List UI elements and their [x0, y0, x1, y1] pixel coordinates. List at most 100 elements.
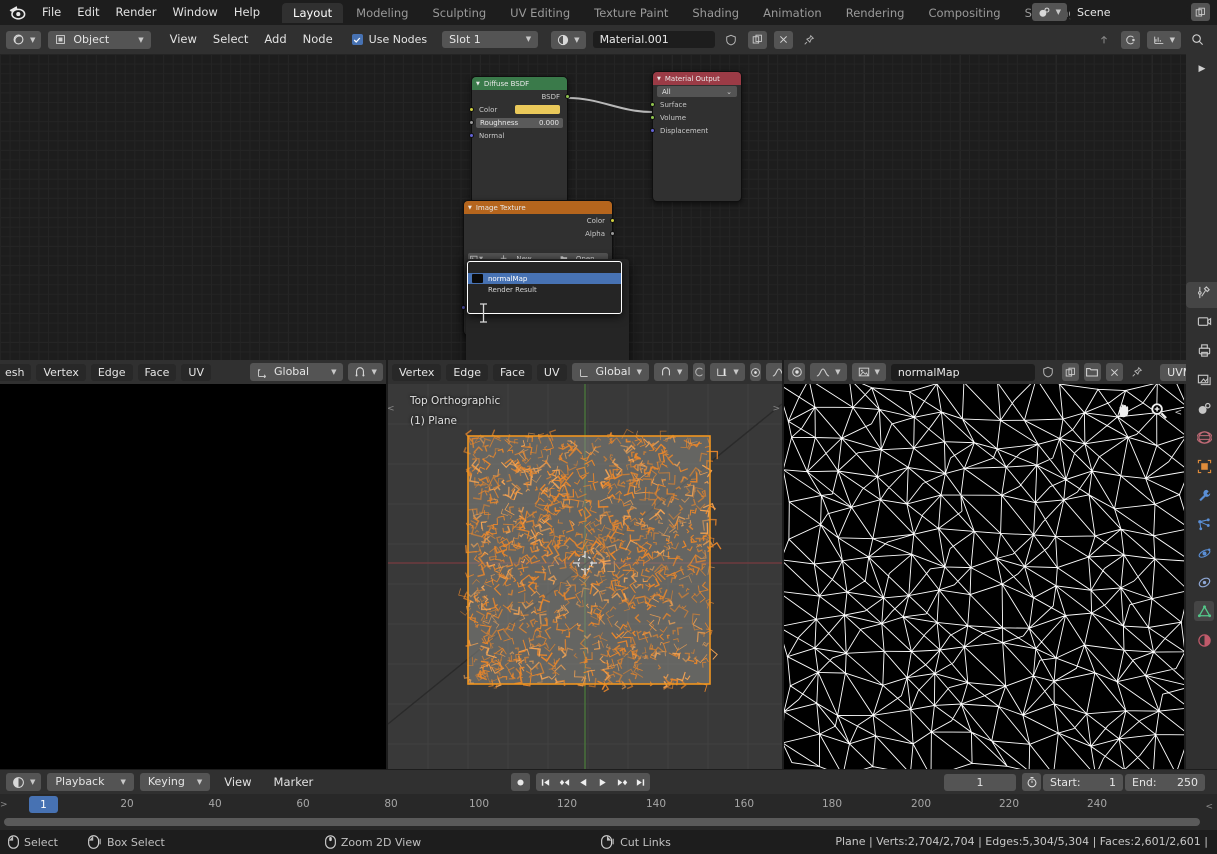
timeline-playhead[interactable]: 1 [29, 796, 58, 813]
timeline-region-toggle-right[interactable]: < [1205, 802, 1213, 812]
tab-animation[interactable]: Animation [752, 3, 833, 23]
mid-mode-button-face[interactable]: Face [493, 363, 532, 381]
use-nodes-checkbox[interactable] [351, 34, 363, 45]
socket-texture-alpha-out[interactable] [610, 230, 615, 236]
mid-magnet-icon[interactable]: ▼ [653, 363, 689, 381]
start-frame-field[interactable]: Start: 1 [1043, 773, 1123, 791]
jump-end-icon[interactable] [631, 773, 650, 791]
prev-keyframe-icon[interactable] [555, 773, 574, 791]
overlay-icon[interactable]: ▼ [1146, 30, 1181, 49]
right-region-toggle[interactable]: > [772, 404, 780, 414]
timeline-menu-marker[interactable]: Marker [266, 771, 322, 794]
mid-snap-target-icon[interactable]: ▼ [710, 363, 745, 381]
editor-type-button[interactable]: ▼ [6, 30, 42, 49]
zoom-in-icon[interactable] [1144, 396, 1172, 424]
mode-button-uv[interactable]: UV [181, 363, 211, 381]
tab-texture-paint[interactable]: Texture Paint [583, 3, 679, 23]
left-region-toggle[interactable]: < [388, 404, 395, 414]
menu-help[interactable]: Help [226, 1, 268, 24]
tab-uv-editing[interactable]: UV Editing [499, 3, 581, 23]
unlink-icon[interactable] [773, 30, 793, 49]
timeline-scrollbar[interactable] [4, 818, 1200, 826]
menu-edit[interactable]: Edit [69, 1, 107, 24]
mid-proportional-icon[interactable] [693, 363, 706, 381]
image-editor-icon[interactable]: ▼ [851, 363, 886, 381]
material-slot-selector[interactable]: Slot 1 ▼ [442, 31, 539, 48]
timeline-region-toggle[interactable]: > [0, 800, 8, 810]
mid-mode-button-vertex[interactable]: Vertex [392, 363, 442, 381]
properties-tab-data[interactable] [1194, 601, 1214, 621]
properties-tab-modifier[interactable] [1194, 485, 1214, 505]
timeline-editor-icon[interactable]: ▼ [6, 773, 42, 791]
node-menu-add[interactable]: Add [256, 28, 294, 51]
end-frame-field[interactable]: End: 250 [1125, 773, 1205, 791]
roughness-field[interactable]: Roughness 0.000 [476, 117, 563, 128]
transform-orientation-selector[interactable]: Global ▼ [249, 363, 344, 381]
edit-viewport[interactable]: Top Orthographic (1) Plane < > [388, 384, 782, 769]
mid-transform-orientation-selector[interactable]: Global ▼ [571, 363, 649, 381]
mode-button-face[interactable]: Face [137, 363, 177, 381]
proportional-icon[interactable] [1120, 30, 1140, 49]
use-nodes-toggle[interactable]: Use Nodes [351, 33, 427, 46]
uv-region-toggle[interactable]: < [1174, 408, 1182, 418]
mode-button-mesh[interactable]: esh [0, 363, 32, 381]
socket-roughness-in[interactable] [469, 119, 474, 125]
scene-name-field[interactable]: Scene [1070, 3, 1188, 21]
new-material-icon[interactable] [747, 30, 767, 49]
tab-sculpting[interactable]: Sculpting [421, 3, 497, 23]
properties-tab-constraints[interactable] [1194, 572, 1214, 592]
mid-mode-button-uv[interactable]: UV [536, 363, 567, 381]
hand-pan-icon[interactable] [1110, 396, 1138, 424]
dropdown-item-render-result[interactable]: Render Result [468, 284, 621, 295]
properties-tab-particles[interactable] [1194, 514, 1214, 534]
properties-tab-object[interactable] [1194, 456, 1214, 476]
timeline-menu-keying[interactable]: Keying ▼ [139, 773, 211, 791]
menu-window[interactable]: Window [164, 1, 225, 24]
properties-tab-world[interactable] [1194, 427, 1214, 447]
snap-increment-icon[interactable] [1095, 31, 1114, 49]
mid-mode-button-edge[interactable]: Edge [446, 363, 489, 381]
uv-pin-icon[interactable] [1128, 363, 1145, 381]
stopwatch-icon[interactable] [1022, 773, 1041, 791]
uv-falloff-icon[interactable]: ▼ [810, 363, 847, 381]
next-keyframe-icon[interactable] [612, 773, 631, 791]
collapse-triangle-icon[interactable]: ▼ [657, 76, 661, 82]
material-name-field[interactable]: Material.001 [592, 31, 715, 48]
shader-node-canvas[interactable]: ▼ Diffuse BSDF BSDF Color Roughness 0.00… [0, 54, 1217, 360]
shading-mode-selector[interactable]: Object ▼ [48, 30, 151, 49]
current-frame-field[interactable]: 1 [944, 773, 1016, 791]
color-swatch[interactable] [515, 105, 560, 114]
timeline-menu-playback[interactable]: Playback ▼ [47, 773, 134, 791]
socket-displacement-in[interactable] [650, 127, 655, 133]
duplicate-icon[interactable] [1191, 3, 1210, 21]
mid-snap-point-icon[interactable] [749, 363, 761, 381]
socket-normal-in[interactable] [469, 132, 474, 138]
image-dropdown-list[interactable]: normalMap Render Result [467, 261, 622, 314]
uv-image-name-field[interactable]: normalMap [890, 363, 1035, 381]
properties-editor-toggle[interactable]: ▶ [1191, 60, 1213, 78]
properties-tab-output[interactable] [1194, 340, 1214, 360]
material-browse-button[interactable]: ▼ [551, 30, 586, 49]
uv-unlink-icon[interactable] [1105, 363, 1124, 381]
node-menu-node[interactable]: Node [295, 28, 341, 51]
menu-render[interactable]: Render [108, 1, 165, 24]
collapse-triangle-icon[interactable]: ▼ [476, 81, 480, 87]
socket-color-in[interactable] [469, 106, 474, 112]
uv-folder-icon[interactable] [1083, 363, 1101, 381]
tab-modeling[interactable]: Modeling [345, 3, 419, 23]
scene-icon-button[interactable]: ▼ [1031, 3, 1067, 21]
node-image-texture-header[interactable]: ▼ Image Texture [464, 201, 612, 214]
menu-file[interactable]: File [34, 1, 69, 24]
blender-logo-icon[interactable] [0, 3, 34, 22]
tab-layout[interactable]: Layout [282, 2, 344, 23]
node-menu-view[interactable]: View [162, 28, 205, 51]
socket-bsdf-out[interactable] [565, 93, 570, 99]
record-icon[interactable] [511, 773, 530, 791]
socket-volume-in[interactable] [650, 114, 655, 120]
falloff-icon[interactable]: ▼ [765, 363, 782, 381]
properties-tab-render[interactable] [1194, 311, 1214, 331]
socket-surface-in[interactable] [650, 101, 655, 107]
search-icon[interactable] [1188, 31, 1207, 49]
render-viewport[interactable] [0, 384, 386, 769]
magnet-icon[interactable]: ▼ [348, 363, 383, 381]
